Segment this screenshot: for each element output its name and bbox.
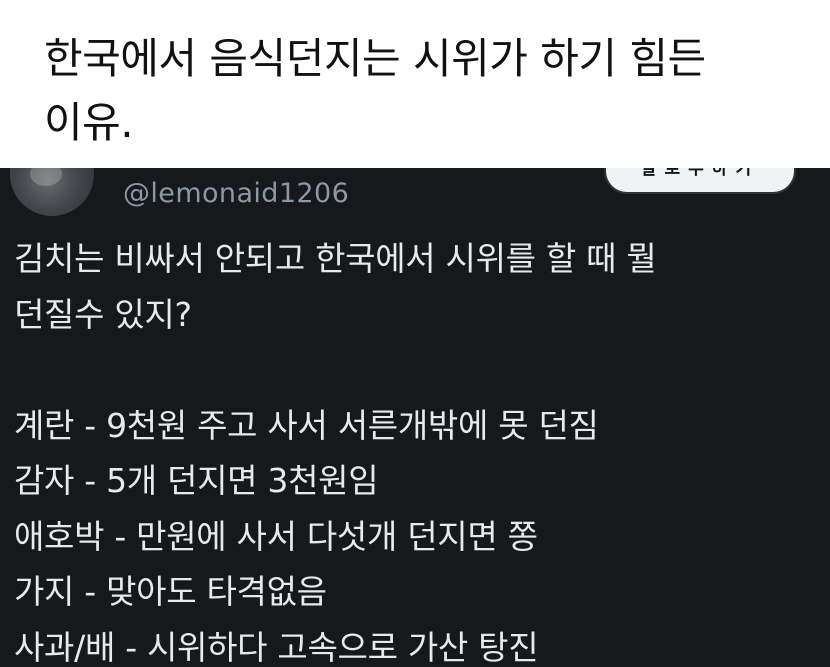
tweet-text-line [14, 342, 820, 398]
tweet-card: @lemonaid1206 팔로우하기 김치는 비싸서 안되고 한국에서 시위를… [0, 168, 830, 667]
tweet-text-line: 던질수 있지? [14, 294, 192, 334]
user-handle[interactable]: @lemonaid1206 [123, 176, 349, 212]
screenshot: 한국에서 음식던지는 시위가 하기 힘든 이유. @lemonaid1206 팔… [0, 0, 830, 667]
tweet-text-line: 감자 - 5개 던지면 3천원임 [14, 461, 379, 500]
tweet-text-line: 가지 - 맞아도 타격없음 [14, 572, 327, 611]
avatar[interactable] [10, 168, 94, 216]
caption-title-line: 한국에서 음식던지는 시위가 하기 힘든 [44, 34, 706, 83]
tweet-text-line: 김치는 비싸서 안되고 한국에서 시위를 할 때 뭘 [14, 239, 657, 278]
tweet-text-line: 애호박 - 만원에 사서 다섯개 던지면 쫑 [14, 516, 538, 556]
tweet-text: 김치는 비싸서 안되고 한국에서 시위를 할 때 뭘 던질수 있지? 계란 - … [14, 231, 820, 667]
follow-button-label: 팔로우하기 [640, 168, 760, 178]
tweet-text-line: 계란 - 9천원 주고 사서 서른개밖에 못 던짐 [14, 405, 599, 445]
caption-title-line: 이유. [44, 98, 134, 147]
post-caption: 한국에서 음식던지는 시위가 하기 힘든 이유. [0, 0, 830, 168]
caption-title: 한국에서 음식던지는 시위가 하기 힘든 이유. [44, 27, 804, 155]
follow-button[interactable]: 팔로우하기 [606, 168, 794, 192]
tweet-text-line: 사과/배 - 시위하다 고속으로 가산 탕진 [14, 627, 539, 667]
